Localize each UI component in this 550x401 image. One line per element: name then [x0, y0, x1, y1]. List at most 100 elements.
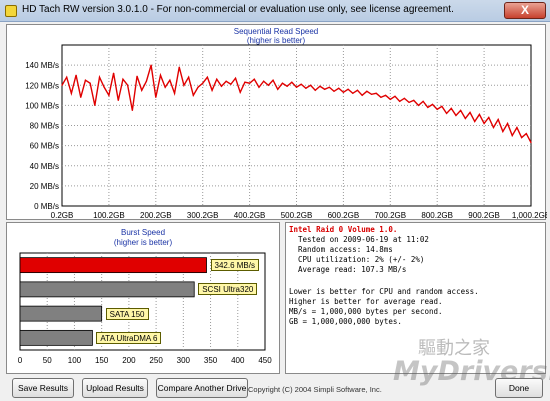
read-speed-point — [291, 81, 293, 83]
read-speed-point — [188, 76, 190, 78]
read-speed-point — [131, 109, 133, 112]
app-icon — [5, 5, 17, 17]
read-speed-point — [277, 88, 279, 90]
burst-x-tick-label: 150 — [95, 356, 109, 365]
x-tick-label: 200.2GB — [140, 211, 172, 220]
read-speed-point — [324, 88, 326, 90]
done-button[interactable]: Done — [495, 378, 543, 398]
read-speed-point — [127, 84, 129, 86]
burst-bar-label: 342.6 MB/s — [210, 259, 259, 272]
read-speed-point — [497, 118, 499, 121]
read-speed-point — [263, 80, 265, 82]
read-speed-point — [225, 80, 227, 82]
save-results-button[interactable]: Save Results — [12, 378, 74, 398]
read-speed-point — [192, 94, 194, 96]
upload-results-button[interactable]: Upload Results — [82, 378, 148, 398]
read-speed-point — [202, 82, 204, 84]
read-speed-point — [408, 101, 410, 103]
read-speed-point — [399, 100, 401, 102]
note-lower-better: Lower is better for CPU and random acces… — [289, 287, 479, 296]
x-tick-label: 800.2GB — [421, 211, 453, 220]
read-speed-point — [385, 94, 387, 96]
read-speed-point — [141, 89, 143, 91]
cpu-utilization: CPU utilization: 2% (+/- 2%) — [298, 255, 425, 264]
drive-name: Intel Raid 0 Volume 1.0. — [289, 225, 398, 234]
burst-x-tick-label: 300 — [177, 356, 191, 365]
burst-x-tick-label: 100 — [68, 356, 82, 365]
read-speed-point — [352, 92, 354, 94]
read-speed-point — [309, 84, 312, 86]
read-speed-point — [342, 91, 344, 93]
read-speed-point — [300, 83, 302, 85]
read-speed-point — [178, 66, 180, 68]
results-info-box: Intel Raid 0 Volume 1.0. Tested on 2009-… — [285, 222, 546, 374]
read-speed-point — [103, 86, 105, 88]
read-speed-point — [417, 104, 420, 106]
burst-x-tick-label: 450 — [258, 356, 272, 365]
read-speed-point — [295, 86, 298, 88]
read-speed-point — [234, 77, 237, 79]
read-speed-point — [361, 94, 363, 96]
read-speed-point — [525, 132, 527, 135]
y-tick-label: 40 MB/s — [30, 162, 59, 171]
compare-drive-button[interactable]: Compare Another Drive — [156, 378, 248, 398]
read-speed-point — [230, 83, 232, 85]
read-speed-point — [159, 74, 162, 76]
read-speed-point — [267, 84, 269, 86]
read-speed-point — [492, 126, 495, 129]
read-speed-point — [488, 116, 490, 119]
read-speed-point — [220, 85, 223, 87]
x-tick-label: 500.2GB — [281, 211, 313, 220]
burst-bar — [19, 329, 93, 346]
read-speed-point — [150, 64, 152, 66]
note-higher-better: Higher is better for average read. — [289, 297, 443, 306]
x-tick-label: 600.2GB — [328, 211, 360, 220]
read-speed-point — [436, 108, 438, 110]
note-gb: GB = 1,000,000,000 bytes. — [289, 317, 402, 326]
read-speed-point — [286, 85, 288, 87]
read-speed-point — [347, 88, 349, 90]
read-speed-point — [117, 99, 119, 101]
read-speed-point — [98, 76, 101, 78]
read-speed-point — [244, 81, 246, 83]
read-speed-point — [272, 79, 274, 81]
read-speed-point — [380, 96, 382, 98]
read-speed-point — [375, 92, 377, 94]
read-speed-point — [112, 72, 115, 74]
read-speed-point — [314, 89, 316, 91]
read-speed-point — [183, 84, 185, 86]
read-speed-point — [136, 75, 138, 77]
read-speed-point — [249, 82, 251, 84]
read-speed-point — [511, 134, 513, 137]
read-speed-point — [366, 90, 368, 92]
read-speed-point — [516, 126, 518, 129]
y-tick-label: 20 MB/s — [30, 182, 59, 191]
burst-bar-label: SCSI Ultra320 — [198, 283, 258, 296]
read-speed-point — [94, 104, 96, 106]
read-speed-point — [70, 92, 72, 94]
read-speed-point — [469, 111, 471, 114]
burst-x-tick-label: 400 — [231, 356, 245, 365]
burst-speed-panel: Burst Speed (higher is better) 0 50 100 150… — [6, 222, 280, 374]
note-mbs: MB/s = 1,000,000 bytes per second. — [289, 307, 443, 316]
read-speed-point — [389, 98, 391, 100]
close-button[interactable]: X — [504, 2, 546, 19]
read-speed-point — [305, 87, 307, 89]
title-bar: HD Tach RW version 3.0.1.0 - For non-com… — [0, 0, 550, 22]
burst-x-tick-label: 200 — [122, 356, 136, 365]
read-speed-point — [61, 84, 63, 86]
y-tick-label: 0 MB/s — [34, 202, 59, 211]
read-speed-point — [122, 78, 124, 80]
burst-bar — [19, 257, 207, 274]
y-tick-label: 80 MB/s — [30, 122, 59, 131]
read-speed-point — [502, 130, 504, 133]
burst-x-tick-label: 0 — [18, 356, 23, 365]
read-speed-point — [483, 122, 485, 125]
read-speed-point — [206, 76, 208, 78]
read-speed-point — [75, 74, 77, 76]
y-tick-label: 120 MB/s — [25, 81, 59, 90]
read-speed-point — [431, 103, 434, 105]
read-speed-point — [281, 82, 284, 84]
read-speed-point — [197, 86, 199, 88]
read-speed-point — [66, 76, 68, 78]
